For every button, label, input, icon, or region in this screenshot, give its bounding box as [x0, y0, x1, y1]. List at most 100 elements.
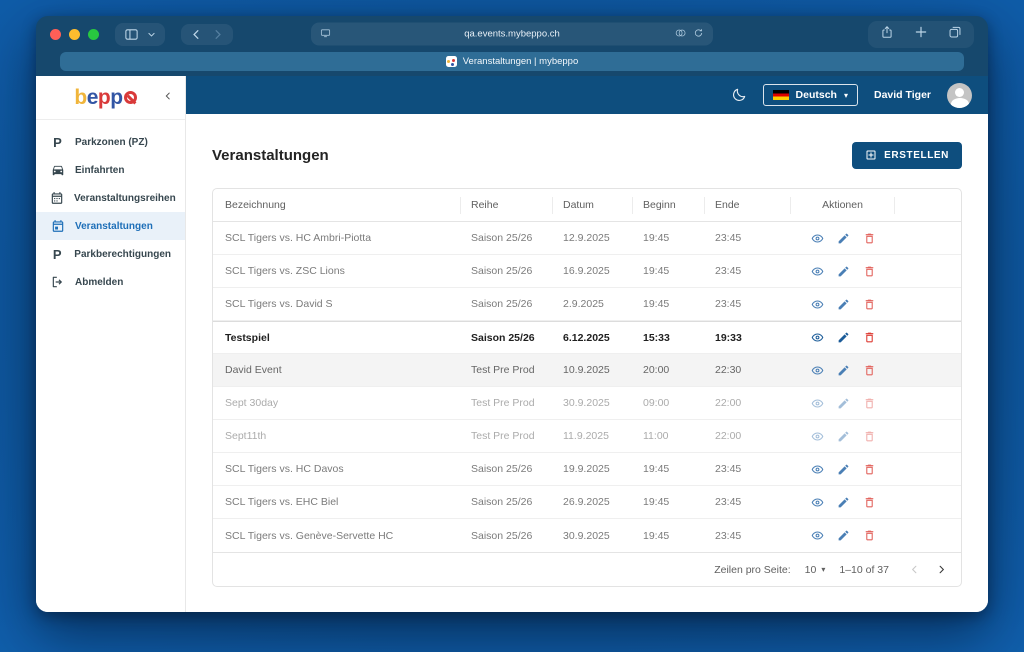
logo-letter: p [97, 85, 111, 109]
browser-tab[interactable]: Veranstaltungen | mybeppo [60, 52, 964, 71]
avatar[interactable] [947, 82, 972, 108]
create-button[interactable]: ERSTELLEN [852, 141, 962, 169]
cell-spacer [895, 288, 961, 320]
delete-button[interactable] [863, 496, 876, 509]
language-selector[interactable]: Deutsch ▾ [762, 84, 858, 106]
edit-button[interactable] [837, 430, 850, 443]
view-button[interactable] [811, 364, 824, 377]
delete-button[interactable] [863, 364, 876, 377]
rows-per-page-label: Zeilen pro Seite: [714, 563, 791, 576]
table-row: SCL Tigers vs. HC Ambri-Piotta Saison 25/… [213, 222, 961, 255]
column-header: Ende [705, 196, 791, 214]
create-button-label: ERSTELLEN [884, 149, 949, 161]
edit-button[interactable] [837, 397, 850, 410]
cell-aktionen [791, 322, 895, 353]
view-button[interactable] [811, 529, 824, 542]
tab-favicon-icon [445, 56, 457, 67]
reload-icon[interactable] [693, 27, 704, 41]
cell-aktionen [791, 255, 895, 287]
cell-bezeichnung: SCL Tigers vs. David S [225, 298, 333, 310]
back-icon[interactable] [190, 28, 203, 41]
tab-overview-icon[interactable] [948, 25, 962, 44]
edit-button[interactable] [837, 265, 850, 278]
share-icon[interactable] [880, 25, 894, 44]
next-page-icon[interactable] [936, 564, 947, 575]
sidebar-item-veranstaltungen[interactable]: Veranstaltungen [36, 212, 185, 240]
cell-bezeichnung: SCL Tigers vs. ZSC Lions [225, 265, 345, 277]
zoom-window-button[interactable] [88, 28, 99, 40]
forward-icon[interactable] [211, 28, 224, 41]
table-pagination: Zeilen pro Seite: 10 ▾ 1–10 of 37 [213, 552, 961, 586]
edit-button[interactable] [837, 331, 850, 344]
previous-page-icon[interactable] [909, 564, 920, 575]
chevron-down-icon[interactable] [147, 30, 156, 39]
sidebar-item-parkberechtigungen[interactable]: P Parkberechtigungen [36, 240, 185, 268]
sidebar-item-parkzonen[interactable]: P Parkzonen (PZ) [36, 128, 185, 156]
cell-beginn: 19:45 [643, 232, 670, 244]
view-button[interactable] [811, 298, 824, 311]
sidebar: bepp P Parkzonen (PZ) Einfahrten Veranstalt… [36, 76, 186, 612]
edit-button[interactable] [837, 496, 850, 509]
edit-button[interactable] [837, 529, 850, 542]
rows-per-page-value: 10 [804, 563, 817, 576]
cell-ende: 22:00 [715, 430, 742, 442]
collapse-sidebar-icon[interactable] [163, 91, 173, 104]
sidebar-item-abmelden[interactable]: Abmelden [36, 268, 185, 296]
view-button[interactable] [811, 265, 824, 278]
sidebar-item-einfahrten[interactable]: Einfahrten [36, 156, 185, 184]
new-tab-icon[interactable] [914, 25, 928, 44]
delete-button[interactable] [863, 463, 876, 476]
delete-button[interactable] [863, 430, 876, 443]
delete-button[interactable] [863, 298, 876, 311]
column-header-spacer [895, 197, 961, 214]
translate-icon[interactable] [675, 27, 686, 41]
delete-button[interactable] [863, 232, 876, 245]
edit-button[interactable] [837, 364, 850, 377]
browser-actions [868, 20, 974, 48]
view-button[interactable] [811, 232, 824, 245]
dark-mode-icon[interactable] [731, 87, 747, 103]
sidebar-item-veranstaltungsreihen[interactable]: Veranstaltungsreihen [36, 184, 185, 212]
view-button[interactable] [811, 463, 824, 476]
sidebar-menu: P Parkzonen (PZ) Einfahrten Veranstaltungsr… [36, 120, 185, 296]
cell-reihe: Saison 25/26 [471, 265, 533, 277]
cell-datum: 26.9.2025 [563, 496, 610, 508]
table-header: Bezeichnung Reihe Datum Beginn Ende Aktionen [213, 189, 961, 222]
cell-bezeichnung: Sept 30day [225, 397, 279, 409]
table-row: Sept11th Test Pre Prod 11.9.2025 11:00 22:00 [213, 420, 961, 453]
cell-spacer [895, 420, 961, 452]
cell-datum: 11.9.2025 [563, 430, 609, 442]
parking-icon: P [52, 246, 62, 262]
cell-spacer [895, 222, 961, 254]
view-button[interactable] [811, 496, 824, 509]
view-button[interactable] [811, 397, 824, 410]
edit-button[interactable] [837, 298, 850, 311]
delete-button[interactable] [863, 265, 876, 278]
cell-beginn: 19:45 [643, 463, 670, 475]
page-title: Veranstaltungen [212, 146, 329, 164]
cell-datum: 30.9.2025 [563, 397, 610, 409]
delete-button[interactable] [863, 397, 876, 410]
cell-datum: 12.9.2025 [563, 232, 610, 244]
tab-strip: Veranstaltungen | mybeppo [36, 52, 988, 76]
table-row: SCL Tigers vs. EHC Biel Saison 25/26 26.9.… [213, 486, 961, 519]
edit-button[interactable] [837, 463, 850, 476]
language-label: Deutsch [795, 89, 837, 101]
cell-aktionen [791, 387, 895, 419]
minimize-window-button[interactable] [69, 28, 80, 40]
browser-sidebar-icon[interactable] [124, 27, 139, 42]
cell-spacer [895, 255, 961, 287]
delete-button[interactable] [863, 529, 876, 542]
cell-reihe: Saison 25/26 [471, 331, 535, 344]
rows-per-page-select[interactable]: 10 ▾ [805, 564, 826, 576]
view-button[interactable] [811, 331, 824, 344]
cell-spacer [895, 453, 961, 485]
view-button[interactable] [811, 430, 824, 443]
address-bar[interactable]: qa.events.mybeppo.ch [311, 22, 713, 46]
cell-spacer [895, 354, 961, 386]
sidebar-item-label: Parkzonen (PZ) [75, 136, 148, 148]
close-window-button[interactable] [50, 28, 61, 40]
edit-button[interactable] [837, 232, 850, 245]
delete-button[interactable] [863, 331, 876, 344]
sidebar-item-label: Parkberechtigungen [74, 248, 171, 260]
